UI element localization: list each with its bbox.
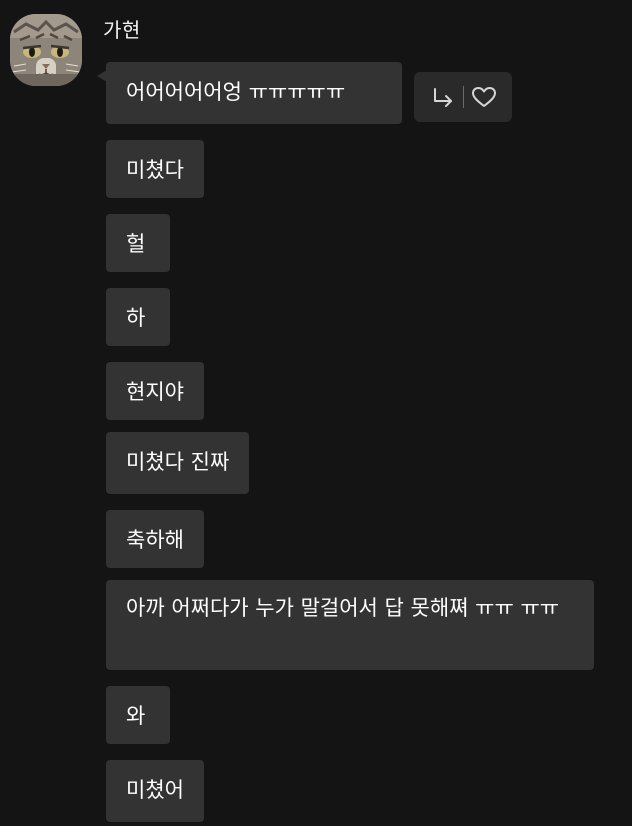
message-bubble[interactable]: 헐 [106,214,170,272]
reply-button[interactable] [423,77,463,117]
message-bubble[interactable]: 축하해 [106,510,204,568]
message-actions [414,72,512,122]
message-bubble[interactable]: 어어어어어엉 ㅠㅠㅠㅠㅠ [106,62,402,124]
sender-avatar[interactable] [10,14,82,86]
sender-name: 가현 [103,18,141,42]
message-bubble[interactable]: 현지야 [106,362,204,420]
message-bubble[interactable]: 와 [106,686,170,744]
message-bubble[interactable]: 하 [106,288,170,346]
message-bubble[interactable]: 미쳤다 진짜 [106,432,250,494]
message-bubble[interactable]: 미쳤어 [106,760,204,822]
heart-icon [471,87,496,107]
cat-face-image [10,14,82,86]
message-bubble[interactable]: 아까 어쩌다가 누가 말걸어서 답 못해쪄 ㅠㅠ ㅠㅠ [106,580,594,670]
reply-arrow-icon [433,88,452,107]
message-bubble[interactable]: 미쳤다 [106,140,204,198]
like-button[interactable] [464,77,504,117]
